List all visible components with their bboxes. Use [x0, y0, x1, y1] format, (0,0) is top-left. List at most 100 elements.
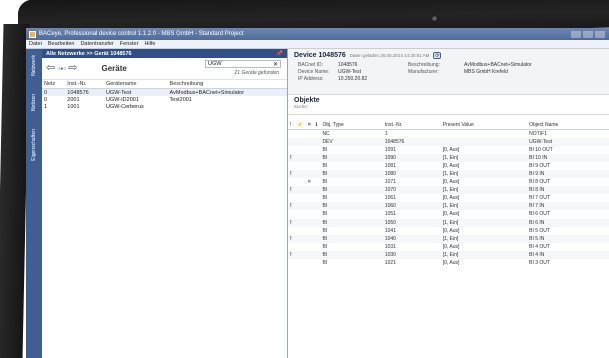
cell-present-value: [0, Aus]: [442, 211, 460, 218]
col-beschreibung[interactable]: Beschreibung: [167, 80, 287, 89]
table-row[interactable]: ! BI 1070 [1, Ein] BI 8 IN: [288, 186, 609, 195]
devices-table-header: Netz Inst.-Nr. Gerätename Beschreibung: [42, 80, 287, 89]
table-row[interactable]: BI 1021 [0, Aus] BI 3 OUT: [288, 259, 609, 267]
info-column-icon[interactable]: ℹ: [313, 121, 321, 130]
table-row[interactable]: BI 1031 [0, Aus] BI 4 OUT: [288, 243, 609, 251]
window-title: BACeye, Professional device control 1.1.…: [39, 31, 244, 37]
table-row[interactable]: 1 1001 UGW-Cerberus: [42, 103, 287, 110]
tab-eigenschaften[interactable]: Eigenschaften: [31, 129, 37, 161]
cell-obj-type: BI: [322, 211, 328, 218]
alarm-column-icon[interactable]: !: [288, 121, 295, 130]
cell-obj-type: NC: [322, 130, 330, 137]
table-row[interactable]: ! BI 1050 [1, Ein] BI 6 IN: [288, 218, 609, 227]
table-row[interactable]: BI 1081 [0, Aus] BI 9 OUT: [288, 162, 609, 170]
value-manufacturer: MBS GmbH Krefeld: [464, 69, 508, 75]
cell-inst: 1040: [382, 234, 441, 243]
info-flag: [313, 210, 320, 218]
minimize-button[interactable]: [571, 30, 581, 38]
info-flag: [313, 194, 320, 202]
cell-netz: 0: [42, 88, 66, 96]
table-row[interactable]: ! BI 1030 [1, Ein] BI 4 IN: [288, 250, 609, 259]
table-row[interactable]: 0 2001 UGW-ID2001 Test2001: [42, 96, 287, 103]
col-present-value[interactable]: Present Value: [440, 121, 528, 130]
menu-hilfe[interactable]: Hilfe: [144, 41, 155, 47]
cell-present-value: [441, 130, 527, 138]
menu-bar: Datei Bearbeiten Datentransfer Fenster H…: [26, 40, 609, 49]
cell-object-name: BI 7 OUT: [529, 195, 550, 202]
cell-object-name: BI 4 IN: [527, 250, 609, 259]
ack-flag: [295, 130, 305, 138]
menu-bearbeiten[interactable]: Bearbeiten: [48, 41, 75, 47]
table-row[interactable]: ! BI 1060 [1, Ein] BI 7 IN: [288, 202, 609, 211]
cell-inst: 1: [384, 130, 388, 137]
device-header: Device 1048576 Daten geladen 26.05.2014 …: [288, 49, 609, 95]
out-of-service-flag: [305, 227, 313, 235]
cell-object-name: BI 8 IN: [527, 186, 609, 195]
back-arrow-icon[interactable]: ⇦: [46, 63, 55, 74]
out-of-service-flag: [305, 162, 313, 170]
ack-flag: [295, 178, 305, 186]
cell-obj-type: BI: [320, 202, 383, 211]
maximize-button[interactable]: [583, 30, 593, 38]
menu-fenster[interactable]: Fenster: [120, 41, 139, 47]
close-button[interactable]: [595, 30, 605, 38]
device-search-input[interactable]: UGW ✕: [205, 60, 281, 68]
cell-object-name: BI 5 OUT: [529, 227, 550, 234]
cell-inst: 1050: [382, 218, 441, 227]
col-object-name[interactable]: Object Name: [527, 121, 609, 130]
menu-datei[interactable]: Datei: [29, 41, 42, 47]
alarm-flag: [288, 210, 295, 218]
table-row[interactable]: BI 1091 [0, Aus] BI 10 OUT: [288, 146, 609, 154]
table-row[interactable]: BI 1051 [0, Aus] BI 6 OUT: [288, 210, 609, 218]
table-row[interactable]: BI 1061 [0, Aus] BI 7 OUT: [288, 194, 609, 202]
out-of-service-flag: [305, 186, 314, 195]
cell-present-value: [0, Aus]: [442, 146, 460, 153]
col-inst-nr[interactable]: Inst.-Nr.: [65, 80, 104, 89]
col-obj-type[interactable]: Obj. Type: [320, 121, 383, 130]
cell-inst: 1070: [382, 186, 441, 195]
col-netz[interactable]: Netz: [42, 80, 66, 89]
col-geraetename[interactable]: Gerätename: [103, 80, 168, 89]
table-row[interactable]: ! BI 1090 [1, Ein] BI 10 IN: [288, 153, 609, 162]
cell-obj-type: BI: [322, 260, 328, 267]
out-of-service-flag: [305, 243, 313, 251]
tab-netzwerk[interactable]: Netzwerk: [31, 55, 37, 76]
cell-present-value: [0, Aus]: [442, 195, 460, 202]
objects-title: Objekte: [294, 97, 320, 104]
pin-icon[interactable]: 📌: [276, 51, 283, 57]
col-inst-nr[interactable]: Inst.-Nr.: [382, 121, 441, 130]
cell-name: UGW-Cerberus: [105, 103, 144, 110]
cell-present-value: [1, Ein]: [440, 202, 528, 211]
table-row[interactable]: ✕ BI 1071 [0, Aus] BI 8 OUT: [288, 178, 609, 186]
device-title: Device 1048576: [294, 52, 346, 59]
objects-table-header: ! ⚡ ✕ ℹ Obj. Type Inst.-Nr. Present Valu…: [288, 121, 609, 130]
cell-desc: AvModbus+BACnet+Simulator: [167, 88, 287, 96]
label-bacnet-id: BACnet ID:: [298, 62, 324, 68]
refresh-icon[interactable]: ⟳: [433, 52, 442, 59]
tab-notizen[interactable]: Notizen: [31, 94, 37, 111]
clear-search-icon[interactable]: ✕: [273, 61, 278, 68]
ack-flag: [295, 146, 305, 154]
info-flag: [313, 146, 320, 154]
value-description: AvModbus+BACnet+Simulator: [464, 62, 532, 68]
cell-object-name: BI 9 IN: [527, 169, 609, 179]
out-of-service-column-icon[interactable]: ✕: [305, 121, 314, 130]
table-row[interactable]: BI 1041 [0, Aus] BI 5 OUT: [288, 227, 609, 235]
table-row[interactable]: DEV 1048576 UGW-Test: [288, 137, 609, 146]
label-device-name: Device Name:: [298, 69, 330, 75]
table-row[interactable]: ! BI 1040 [1, Ein] BI 5 IN: [288, 234, 609, 243]
out-of-service-flag: [305, 169, 314, 179]
table-row[interactable]: NC 1 NOTIF1: [288, 130, 609, 138]
table-row[interactable]: ! BI 1080 [1, Ein] BI 9 IN: [288, 169, 609, 179]
devices-panel: Alle Netzwerke >> Gerät 1048576 📌 ⇦ ○●○ …: [42, 49, 288, 358]
cell-object-name: BI 6 IN: [527, 218, 609, 227]
forward-arrow-icon[interactable]: ⇨: [68, 63, 77, 74]
acknowledge-column-icon[interactable]: ⚡: [295, 121, 306, 130]
alarm-flag: [288, 194, 295, 202]
cell-inst: 1051: [384, 211, 396, 218]
table-row[interactable]: 0 1048576 UGW-Test AvModbus+BACnet+Simul…: [42, 88, 287, 96]
menu-datentransfer[interactable]: Datentransfer: [80, 41, 113, 47]
cell-object-name: BI 7 IN: [527, 202, 609, 211]
cell-present-value: [0, Aus]: [442, 179, 460, 186]
cell-object-name: BI 9 OUT: [529, 162, 550, 169]
